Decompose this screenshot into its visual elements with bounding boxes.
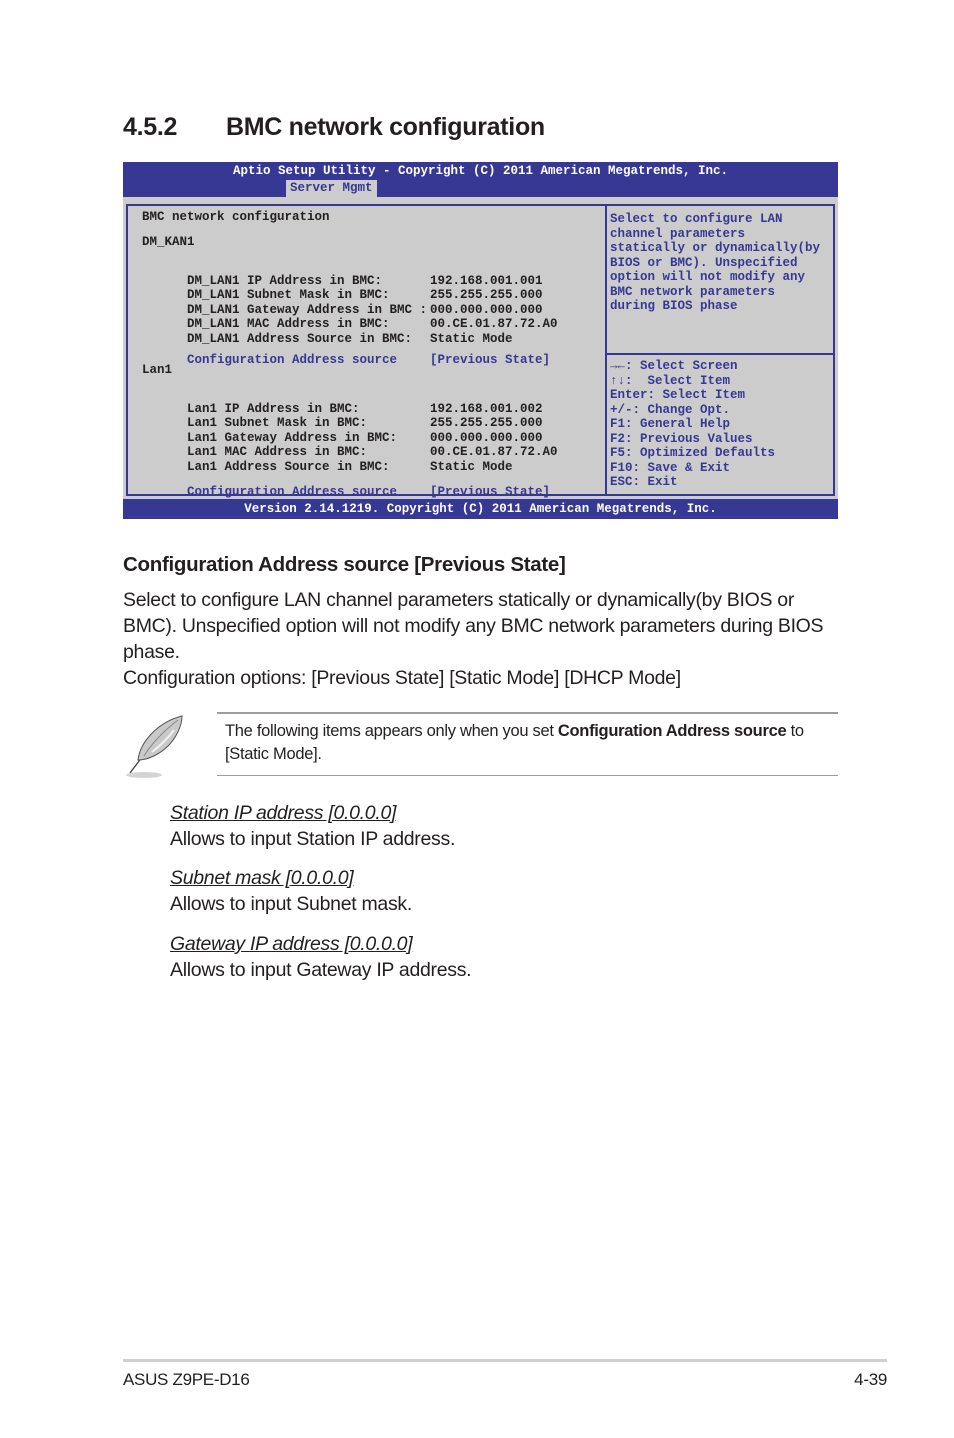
option-description: Allows to input Subnet mask. <box>170 893 412 915</box>
option-description: Allows to input Station IP address. <box>170 828 456 850</box>
bios-group-heading: Lan1 <box>142 363 173 377</box>
setting-label: Configuration Address source <box>187 484 398 499</box>
bios-screenshot: Aptio Setup Utility - Copyright (C) 2011… <box>123 162 838 519</box>
key-hint-save-exit: F10: Save & Exit <box>610 460 731 475</box>
config-address-source-setting-dm-lan1[interactable]: Configuration Address source [Previous St… <box>142 338 592 382</box>
note-text: The following items appears only when yo… <box>225 720 840 766</box>
bios-group-heading: DM_KAN1 <box>142 235 195 249</box>
footer-page-number: 4-39 <box>854 1370 887 1389</box>
key-hint-exit: ESC: Exit <box>610 475 678 489</box>
key-hint-select-item: ↑↓: Select Item <box>610 373 731 388</box>
setting-value: [Previous State] <box>430 484 551 499</box>
key-hint-select-screen: →←: Select Screen <box>610 359 738 373</box>
bios-header-bar: Aptio Setup Utility - Copyright (C) 2011… <box>123 162 838 197</box>
option-item-station-ip: Station IP address [0.0.0.0] Allows to i… <box>170 800 455 852</box>
note-text-bold: Configuration Address source <box>557 722 787 740</box>
footer-rule <box>123 1359 887 1362</box>
key-hint-optimized-defaults: F5: Optimized Defaults <box>610 446 776 460</box>
key-hint-general-help: F1: General Help <box>610 417 731 431</box>
subsection-title: Configuration Address source [Previous S… <box>123 553 566 576</box>
option-item-gateway-ip: Gateway IP address [0.0.0.0] Allows to i… <box>170 931 472 983</box>
bios-help-text: Select to configure LAN channel paramete… <box>610 212 821 313</box>
tab-server-mgmt[interactable]: Server Mgmt <box>286 180 377 197</box>
key-hint-previous-values: F2: Previous Values <box>610 431 753 446</box>
description-paragraph: Select to configure LAN channel paramete… <box>123 589 824 663</box>
bios-divider-vertical <box>605 206 607 494</box>
bios-key-legend: →←: Select Screen ↑↓: Select Item Enter:… <box>610 359 832 490</box>
option-description: Allows to input Gateway IP address. <box>170 959 472 981</box>
bios-page-heading: BMC network configuration <box>142 210 330 224</box>
section-title: 4.5.2 BMC network configuration <box>123 113 545 142</box>
note-rule-bottom <box>217 775 838 776</box>
note-text-before: The following items appears only when yo… <box>225 722 558 740</box>
bios-header-title: Aptio Setup Utility - Copyright (C) 2011… <box>232 164 729 178</box>
option-label: Station IP address [0.0.0.0] <box>170 802 397 824</box>
bios-row-value: 192.168.001.001 <box>430 273 543 288</box>
setting-label: Configuration Address source <box>187 352 398 367</box>
note-rule-top <box>217 712 838 714</box>
option-item-subnet-mask: Subnet mask [0.0.0.0] Allows to input Su… <box>170 865 412 917</box>
bios-row-value: 000.000.000.000 <box>430 302 543 317</box>
bios-main-frame: BMC network configuration DM_KAN1 DM_LAN… <box>126 204 835 499</box>
option-label: Subnet mask [0.0.0.0] <box>170 867 354 889</box>
bios-row-value: 00.CE.01.87.72.A0 <box>430 317 558 331</box>
section-title-text: BMC network configuration <box>226 113 545 141</box>
bios-row-value: 192.168.001.002 <box>430 401 543 416</box>
bios-footer-bar: Version 2.14.1219. Copyright (C) 2011 Am… <box>123 499 838 519</box>
footer-product-name: ASUS Z9PE-D16 <box>123 1370 250 1389</box>
bios-divider-horizontal <box>607 353 833 355</box>
bios-row-value: 255.255.255.000 <box>430 416 543 430</box>
key-hint-change-opt: +/-: Change Opt. <box>610 402 731 417</box>
key-hint-enter: Enter: Select Item <box>610 388 746 402</box>
note-box: The following items appears only when yo… <box>120 708 838 778</box>
option-label: Gateway IP address [0.0.0.0] <box>170 933 413 955</box>
bios-row-value: 000.000.000.000 <box>430 430 543 445</box>
bios-row-value: 255.255.255.000 <box>430 288 543 302</box>
bios-row-value: 00.CE.01.87.72.A0 <box>430 445 558 459</box>
section-number: 4.5.2 <box>123 113 178 141</box>
feather-pen-icon <box>126 715 183 778</box>
configuration-options: Configuration options: [Previous State] … <box>123 667 681 689</box>
setting-value: [Previous State] <box>430 352 551 367</box>
